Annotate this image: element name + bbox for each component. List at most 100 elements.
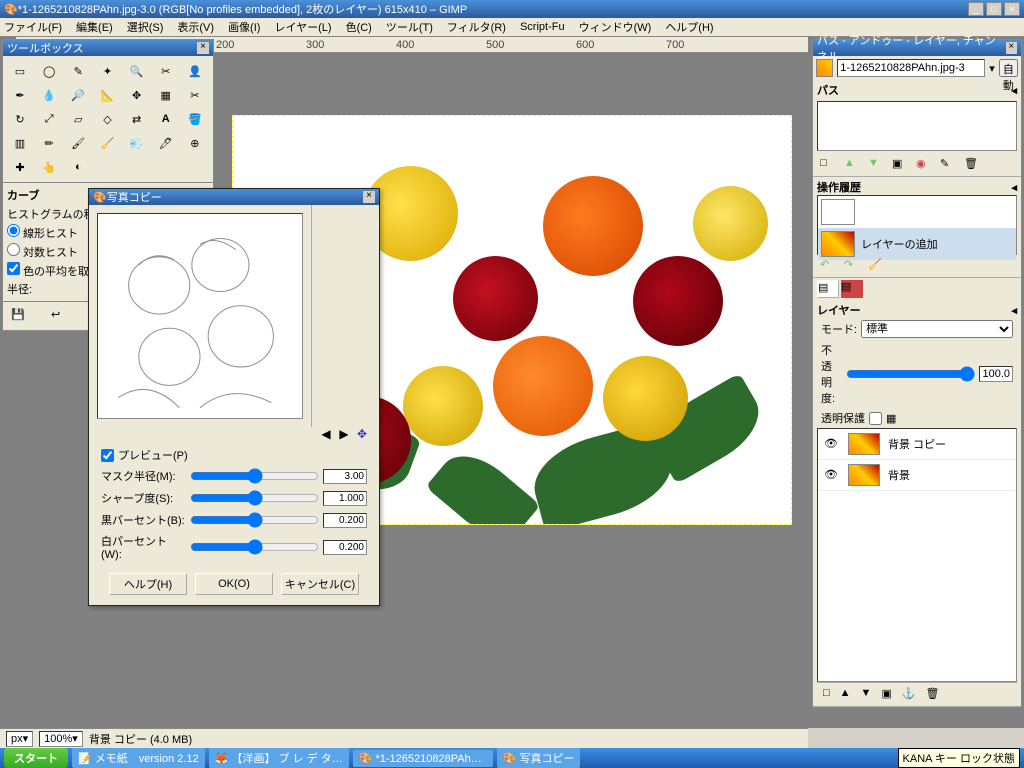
layer-dup-icon[interactable]: ▣ [881, 687, 891, 700]
path-up-icon[interactable]: ▲ [844, 157, 858, 171]
perspective-tool[interactable]: ◇ [94, 108, 120, 130]
menu-file[interactable]: ファイル(F) [4, 19, 62, 35]
path-del-icon[interactable]: 🗑 [964, 157, 978, 171]
nav-move-icon[interactable]: ✥ [355, 427, 369, 441]
cancel-button[interactable]: キャンセル(C) [281, 573, 359, 595]
rect-select-tool[interactable]: ▭ [7, 60, 33, 82]
fuzzy-select-tool[interactable]: ✦ [94, 60, 120, 82]
white-value[interactable]: 0.200 [323, 540, 367, 555]
color-select-tool[interactable]: 🔍 [124, 60, 150, 82]
align-tool[interactable]: ▦ [153, 84, 179, 106]
image-selector[interactable] [837, 59, 985, 77]
dropdown-icon[interactable]: ▾ [989, 62, 995, 75]
layer-name[interactable]: 背景 [888, 467, 910, 483]
menu-windows[interactable]: ウィンドウ(W) [579, 19, 652, 35]
white-slider[interactable] [190, 538, 319, 556]
dialog-close-icon[interactable]: × [363, 191, 375, 203]
opacity-value[interactable]: 100.0 [979, 366, 1013, 382]
toolbox-title[interactable]: ツールボックス × [3, 40, 213, 56]
task-item[interactable]: 🦊 【洋画】 ブ レ デ タ ー … [209, 748, 349, 768]
menu-filters[interactable]: フィルタ(R) [447, 19, 506, 35]
path-new-icon[interactable]: □ [820, 157, 834, 171]
layer-list[interactable]: 👁 背景 コピー 👁 背景 [817, 428, 1017, 682]
menu-select[interactable]: 選択(S) [127, 19, 164, 35]
eye-icon[interactable]: 👁 [824, 437, 840, 451]
clear-undo-icon[interactable]: 🧹 [868, 258, 882, 272]
toolbox-close-icon[interactable]: × [197, 42, 209, 54]
color-picker-tool[interactable]: 💧 [36, 84, 62, 106]
mask-radius-value[interactable]: 3.00 [323, 469, 367, 484]
path-dup-icon[interactable]: ▣ [892, 157, 906, 171]
blend-tool[interactable]: ▥ [7, 132, 33, 154]
rdock-close-icon[interactable]: × [1006, 42, 1017, 54]
layer-anchor-icon[interactable]: ⚓ [902, 687, 916, 700]
zoom-select[interactable]: 100% ▾ [39, 731, 83, 747]
paintbrush-tool[interactable]: 🖌 [65, 132, 91, 154]
history-item[interactable] [818, 196, 1016, 228]
bucket-tool[interactable]: 🪣 [182, 108, 208, 130]
layer-name[interactable]: 背景 コピー [888, 436, 946, 452]
black-slider[interactable] [190, 511, 319, 529]
ok-button[interactable]: OK(O) [195, 573, 273, 595]
layer-row[interactable]: 👁 背景 [818, 460, 1016, 491]
mask-radius-slider[interactable] [190, 467, 319, 485]
layer-down-icon[interactable]: ▼ [861, 687, 872, 700]
clone-tool[interactable]: ⊕ [182, 132, 208, 154]
crop-tool[interactable]: ✂ [182, 84, 208, 106]
menu-scriptfu[interactable]: Script-Fu [520, 21, 565, 33]
lock-alpha-check[interactable] [869, 412, 882, 425]
foreground-tool[interactable]: 👤 [182, 60, 208, 82]
dodge-tool[interactable]: ◐ [65, 156, 91, 178]
mode-select[interactable]: 標準 [861, 320, 1013, 338]
path-sel-icon[interactable]: ◉ [916, 157, 930, 171]
menu-help[interactable]: ヘルプ(H) [665, 19, 713, 35]
flip-tool[interactable]: ⇄ [124, 108, 150, 130]
free-select-tool[interactable]: ✎ [65, 60, 91, 82]
tab-channels-icon[interactable]: ▤ [841, 280, 863, 298]
task-item[interactable]: 📝 メモ紙 version 2.12 [72, 748, 205, 768]
scale-tool[interactable]: ⤢ [36, 108, 62, 130]
maximize-button[interactable]: □ [986, 2, 1002, 16]
menu-tools[interactable]: ツール(T) [386, 19, 433, 35]
sharpness-value[interactable]: 1.000 [323, 491, 367, 506]
auto-button[interactable]: 自動 [999, 59, 1018, 77]
move-tool[interactable]: ✥ [124, 84, 150, 106]
nav-right-icon[interactable]: ▶ [337, 427, 351, 441]
smudge-tool[interactable]: 👆 [36, 156, 62, 178]
text-tool[interactable]: A [153, 108, 179, 130]
save-icon[interactable]: 💾 [11, 308, 27, 324]
menu-view[interactable]: 表示(V) [177, 19, 214, 35]
sharpness-slider[interactable] [190, 489, 319, 507]
nav-left-icon[interactable]: ◀ [319, 427, 333, 441]
measure-tool[interactable]: 📐 [94, 84, 120, 106]
menu-edit[interactable]: 編集(E) [76, 19, 113, 35]
tab-layers-icon[interactable]: ▤ [817, 280, 839, 298]
task-item[interactable]: 🎨 *1-1265210828PAhn.jpg… [353, 750, 493, 767]
opacity-slider[interactable] [846, 366, 975, 382]
zoom-tool[interactable]: 🔎 [65, 84, 91, 106]
path-down-icon[interactable]: ▼ [868, 157, 882, 171]
paths-menu-icon[interactable]: ◂ [1011, 84, 1017, 97]
airbrush-tool[interactable]: 💨 [124, 132, 150, 154]
paths-list[interactable] [817, 101, 1017, 151]
help-button[interactable]: ヘルプ(H) [109, 573, 187, 595]
menu-image[interactable]: 画像(I) [228, 19, 260, 35]
dialog-titlebar[interactable]: 🎨写真コピー × [89, 189, 379, 205]
path-stroke-icon[interactable]: ✎ [940, 157, 954, 171]
layers-menu-icon[interactable]: ◂ [1011, 304, 1017, 317]
unit-select[interactable]: px ▾ [6, 731, 33, 747]
preview-checkbox[interactable]: プレビュー(P) [89, 445, 379, 465]
layer-del-icon[interactable]: 🗑 [926, 687, 940, 700]
layer-up-icon[interactable]: ▲ [840, 687, 851, 700]
eye-icon[interactable]: 👁 [824, 468, 840, 482]
heal-tool[interactable]: ✚ [7, 156, 33, 178]
minimize-button[interactable]: _ [968, 2, 984, 16]
ink-tool[interactable]: 🖊 [153, 132, 179, 154]
redo-icon[interactable]: ↷ [844, 258, 858, 272]
shear-tool[interactable]: ▱ [65, 108, 91, 130]
rotate-tool[interactable]: ↻ [7, 108, 33, 130]
revert-icon[interactable]: ↩ [51, 308, 67, 324]
undo-icon[interactable]: ↶ [820, 258, 834, 272]
ellipse-select-tool[interactable]: ◯ [36, 60, 62, 82]
scissors-tool[interactable]: ✂ [153, 60, 179, 82]
